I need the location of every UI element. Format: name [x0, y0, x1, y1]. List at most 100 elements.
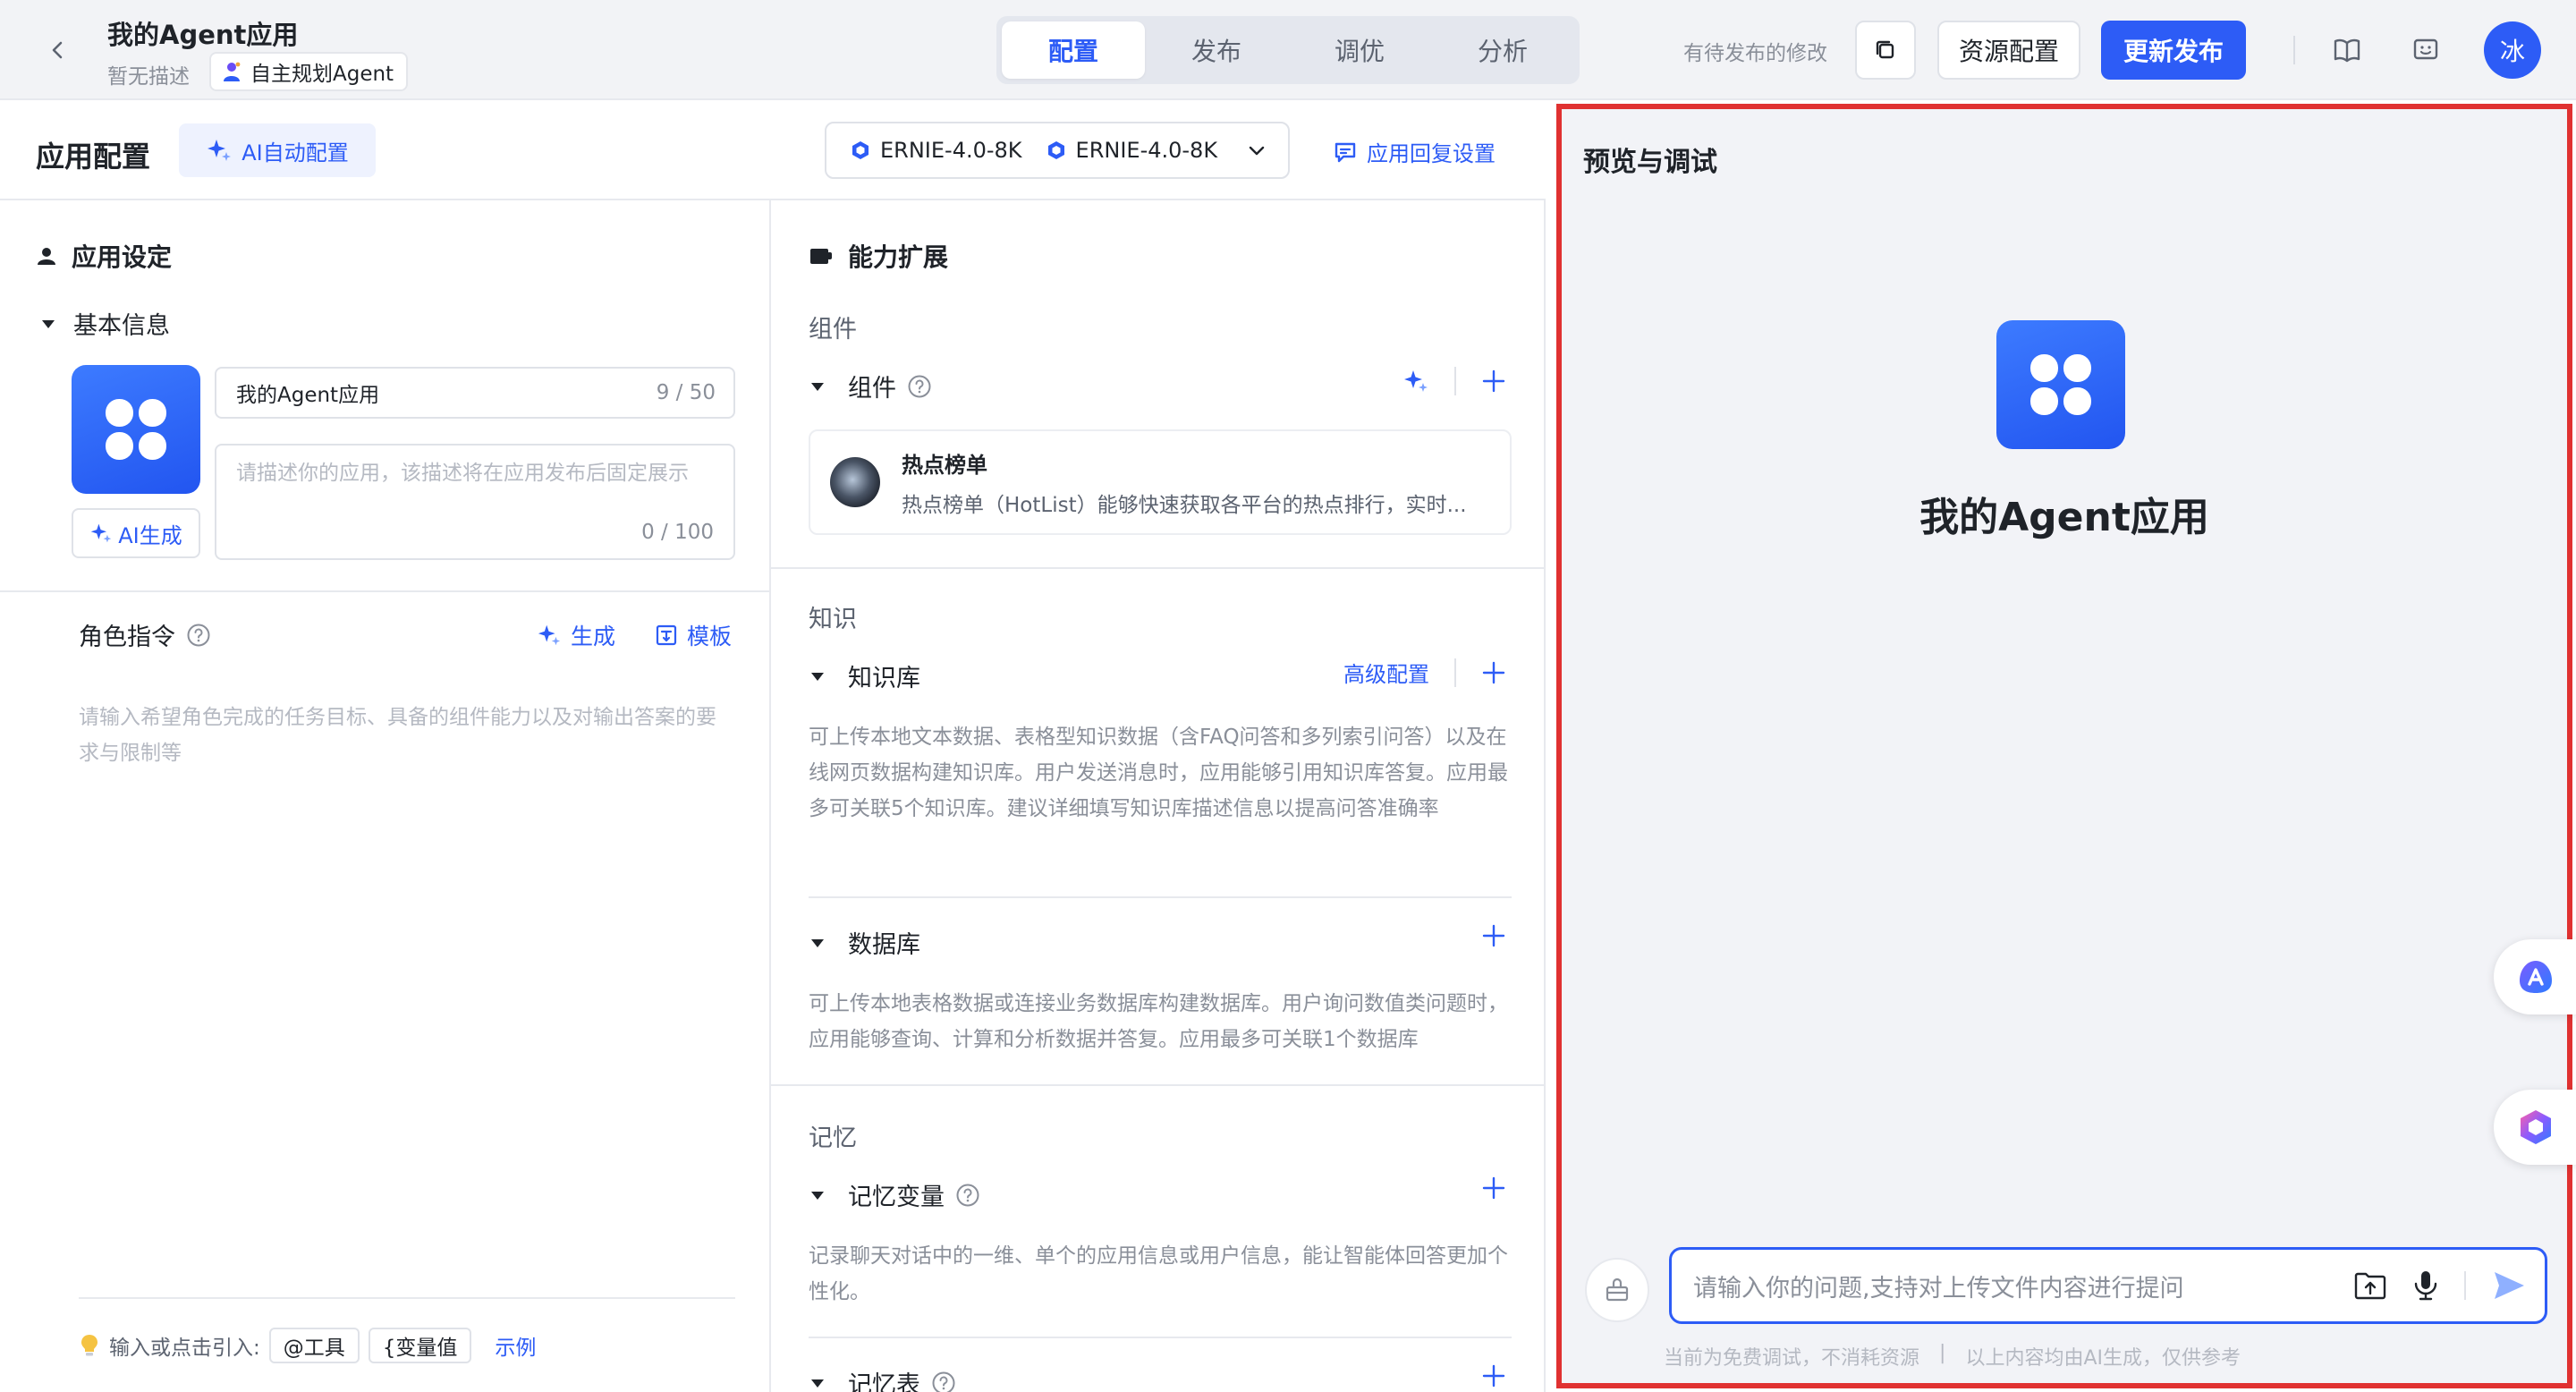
send-icon[interactable] [2491, 1269, 2527, 1302]
memory-table-actions [1481, 1363, 1506, 1388]
ai-generate-button[interactable]: AI生成 [72, 508, 200, 558]
section-divider [0, 590, 771, 592]
feedback-icon[interactable] [2408, 32, 2444, 68]
resource-config-button[interactable]: 资源配置 [1937, 21, 2080, 80]
update-publish-button[interactable]: 更新发布 [2101, 21, 2246, 80]
add-icon[interactable] [1481, 1176, 1506, 1201]
model-cube-icon [852, 141, 869, 159]
role-instruction-placeholder[interactable]: 请输入希望角色完成的任务目标、具备的组件能力以及对输出答案的要求与限制等 [79, 700, 723, 772]
microphone-icon[interactable] [2412, 1269, 2439, 1302]
upload-file-icon[interactable] [2353, 1269, 2387, 1302]
ai-auto-config-button[interactable]: AI自动配置 [179, 123, 376, 177]
caret-down-icon [809, 934, 826, 952]
help-icon[interactable] [931, 1371, 956, 1392]
sparkle-icon [537, 623, 562, 648]
role-instruction-heading: 角色指令 [79, 617, 211, 652]
model-cube-icon [1047, 141, 1064, 159]
database-title: 数据库 [848, 931, 920, 959]
database-toggle[interactable]: 数据库 [809, 925, 920, 960]
clover-icon [106, 399, 166, 460]
components-group-label: 组件 [809, 316, 857, 344]
sparkle-icon[interactable] [1402, 368, 1429, 395]
item-divider [809, 1337, 1512, 1338]
cube-logo-icon [2515, 1107, 2556, 1148]
memory-variable-actions [1481, 1176, 1506, 1201]
tab-tune[interactable]: 调优 [1288, 21, 1431, 79]
add-icon[interactable] [1481, 1363, 1506, 1388]
example-link[interactable]: 示例 [495, 1330, 536, 1361]
app-settings-title: 应用设定 [72, 242, 173, 272]
section-divider [771, 567, 1544, 569]
item-divider [809, 896, 1512, 898]
footer-separator: | [1939, 1342, 1946, 1364]
memory-variable-toggle[interactable]: 记忆变量 [809, 1177, 980, 1212]
caret-down-icon [809, 1374, 826, 1392]
app-title: 我的Agent应用 [107, 20, 299, 50]
add-icon[interactable] [1481, 369, 1506, 394]
memory-group-label: 记忆 [809, 1125, 857, 1152]
memory-table-toggle[interactable]: 记忆表 [809, 1365, 956, 1392]
broom-icon [1602, 1275, 1632, 1305]
sparkle-icon [89, 522, 113, 545]
ai-disclaimer: 以上内容均由AI生成，仅供参考 [1965, 1347, 2241, 1370]
preview-app-name: 我的Agent应用 [1919, 495, 2209, 540]
insert-bar: 输入或点击引入: @工具 {变量值 示例 [79, 1328, 536, 1363]
copy-icon [1873, 38, 1898, 63]
model-select[interactable]: ERNIE-4.0-8K ERNIE-4.0-8K [825, 122, 1290, 179]
knowledge-base-toggle[interactable]: 知识库 [809, 658, 920, 693]
help-icon[interactable] [186, 623, 211, 648]
app-icon[interactable] [72, 365, 200, 494]
cube-fab[interactable] [2494, 1090, 2576, 1165]
config-title: 应用配置 [36, 140, 151, 174]
plugin-card[interactable]: 热点榜单 热点榜单（HotList）能够快速获取各平台的热点排行，实时... [809, 429, 1512, 535]
main-tabs: 配置 发布 调优 分析 [996, 16, 1580, 84]
ai-auto-config-label: AI自动配置 [242, 140, 349, 166]
help-icon[interactable] [907, 374, 932, 399]
copy-button[interactable] [1855, 21, 1916, 80]
knowledge-base-description: 可上传本地文本数据、表格型知识数据（含FAQ问答和多列索引问答）以及在线网页数据… [809, 726, 1508, 821]
assistant-fab[interactable] [2494, 939, 2576, 1014]
app-description: 暂无描述 [107, 65, 190, 89]
insert-variable-chip[interactable]: {变量值 [368, 1328, 472, 1363]
role-template-button[interactable]: 模板 [655, 619, 732, 651]
components-actions [1402, 367, 1506, 395]
plugin-icon [809, 244, 834, 267]
insert-tool-chip[interactable]: @工具 [268, 1328, 360, 1363]
pending-changes-text: 有待发布的修改 [1683, 42, 1827, 65]
action-divider [1454, 658, 1456, 687]
preview-footer: 当前为免费调试，不消耗资源 | 以上内容均由AI生成，仅供参考 [1664, 1342, 2241, 1371]
add-icon[interactable] [1481, 660, 1506, 685]
help-icon[interactable] [955, 1183, 980, 1208]
role-instruction-title: 角色指令 [79, 624, 175, 651]
chevron-down-icon [1247, 140, 1267, 160]
app-description-input[interactable]: 请描述你的应用，该描述将在应用发布后固定展示 0 / 100 [215, 444, 735, 560]
database-description: 可上传本地表格数据或连接业务数据库构建数据库。用户询问数值类问题时，应用能够查询… [809, 992, 1508, 1052]
template-icon [655, 624, 678, 647]
basic-info-toggle[interactable]: 基本信息 [39, 306, 170, 341]
components-toggle[interactable]: 组件 [809, 369, 932, 403]
role-generate-label: 生成 [571, 624, 616, 649]
tab-config[interactable]: 配置 [1002, 21, 1145, 79]
book-icon[interactable] [2329, 32, 2365, 68]
clear-chat-button[interactable] [1585, 1258, 1649, 1322]
tab-analysis[interactable]: 分析 [1431, 21, 1574, 79]
plugin-name: 热点榜单 [902, 452, 987, 478]
advanced-config-link[interactable]: 高级配置 [1343, 657, 1429, 688]
app-name-count: 9 / 50 [656, 381, 716, 404]
app-settings-panel: 应用设定 基本信息 AI生成 我的Agent应用 9 / 50 请描述你的应用，… [0, 200, 771, 1392]
caret-down-icon [809, 378, 826, 395]
tab-publish[interactable]: 发布 [1145, 21, 1288, 79]
reply-settings-link[interactable]: 应用回复设置 [1333, 136, 1496, 167]
role-generate-button[interactable]: 生成 [537, 619, 615, 651]
plugin-thumbnail [830, 457, 880, 507]
input-divider [2464, 1271, 2466, 1300]
agent-type-badge: 自主规划Agent [209, 52, 409, 91]
app-name-input[interactable]: 我的Agent应用 9 / 50 [215, 367, 735, 419]
lightbulb-icon [79, 1333, 100, 1358]
back-icon[interactable] [41, 34, 73, 66]
user-icon [36, 245, 57, 267]
avatar[interactable]: 冰 [2484, 21, 2541, 79]
add-icon[interactable] [1481, 923, 1506, 948]
memory-table-title: 记忆表 [848, 1371, 920, 1392]
chat-input[interactable]: 请输入你的问题,支持对上传文件内容进行提问 [1669, 1247, 2547, 1324]
